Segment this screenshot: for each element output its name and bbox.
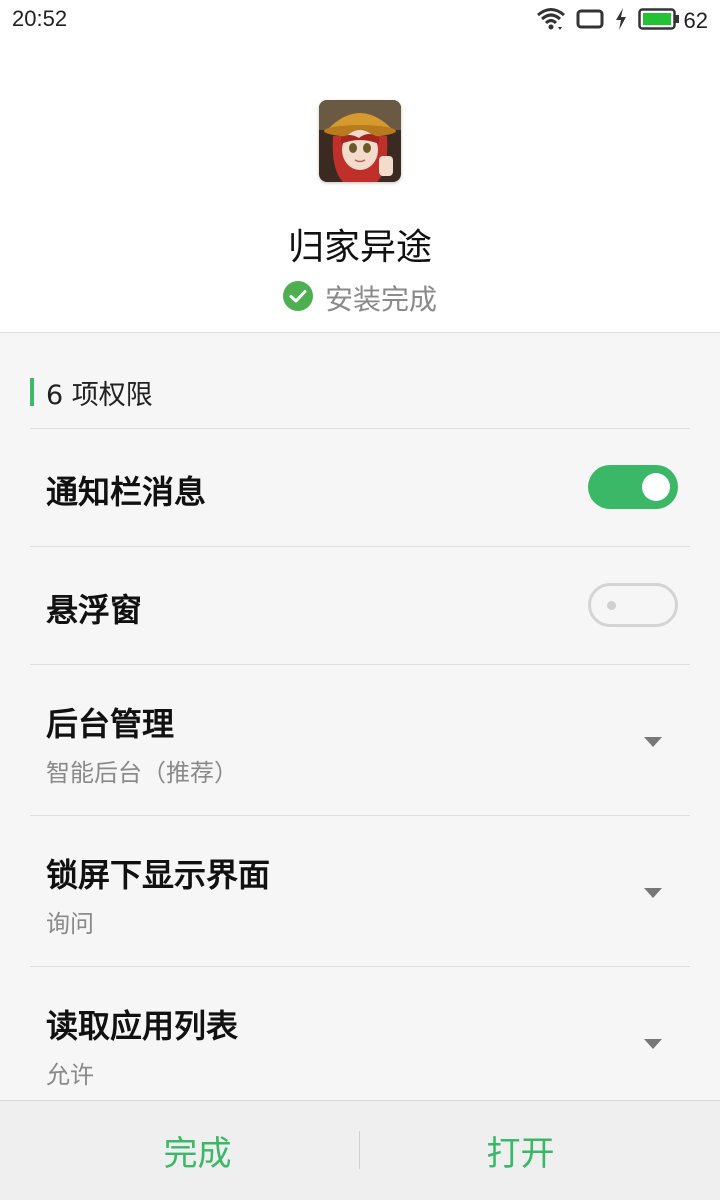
charging-icon [614, 7, 628, 35]
install-status: 安装完成 [0, 278, 720, 318]
permission-row-lockscreen[interactable]: 锁屏下显示界面 询问 [30, 815, 690, 966]
permissions-section-header: 6 项权限 [30, 377, 153, 411]
battery-percentage: 62 [683, 8, 708, 33]
status-bar: 20:52 62 [0, 0, 720, 42]
check-circle-icon [282, 281, 313, 315]
app-icon [319, 100, 401, 182]
permissions-count: 6 项权限 [46, 379, 153, 411]
permission-title: 后台管理 [46, 705, 175, 743]
status-icons: 62 [536, 6, 708, 36]
toggle-knob [642, 473, 670, 501]
permissions-panel: 6 项权限 通知栏消息 悬浮窗 后台管理 智能后台（推荐） 锁屏下显示界面 询问… [0, 333, 720, 1100]
permission-title: 锁屏下显示界面 [46, 856, 271, 894]
battery-icon [637, 8, 680, 34]
permission-row-floating-window[interactable]: 悬浮窗 [30, 546, 690, 664]
permission-row-notification[interactable]: 通知栏消息 [30, 428, 690, 546]
dropdown-arrow-icon[interactable] [644, 1039, 662, 1049]
dropdown-arrow-icon[interactable] [644, 888, 662, 898]
permission-value: 询问 [46, 910, 94, 938]
open-button[interactable]: 打开 [341, 1101, 700, 1200]
section-accent-bar [30, 378, 34, 406]
wifi-icon [536, 6, 566, 36]
app-name: 归家异途 [287, 227, 432, 268]
install-status-label: 安装完成 [324, 283, 437, 316]
permission-value: 允许 [46, 1061, 94, 1089]
permission-value: 智能后台（推荐） [46, 759, 238, 787]
permission-title: 读取应用列表 [46, 1007, 239, 1045]
app-header: 归家异途 安装完成 [0, 42, 720, 332]
done-button[interactable]: 完成 [18, 1101, 377, 1200]
bottom-action-bar: 完成 打开 [0, 1100, 720, 1200]
notification-toggle[interactable] [588, 465, 678, 509]
screen-rotation-icon [576, 8, 604, 34]
permission-title: 通知栏消息 [46, 473, 207, 511]
permission-row-app-list[interactable]: 读取应用列表 允许 [30, 966, 690, 1101]
status-time: 20:52 [12, 6, 68, 31]
toggle-knob [607, 601, 616, 610]
permission-title: 悬浮窗 [46, 591, 143, 629]
floating-window-toggle[interactable] [588, 583, 678, 627]
permission-row-background[interactable]: 后台管理 智能后台（推荐） [30, 664, 690, 815]
dropdown-arrow-icon[interactable] [644, 737, 662, 747]
